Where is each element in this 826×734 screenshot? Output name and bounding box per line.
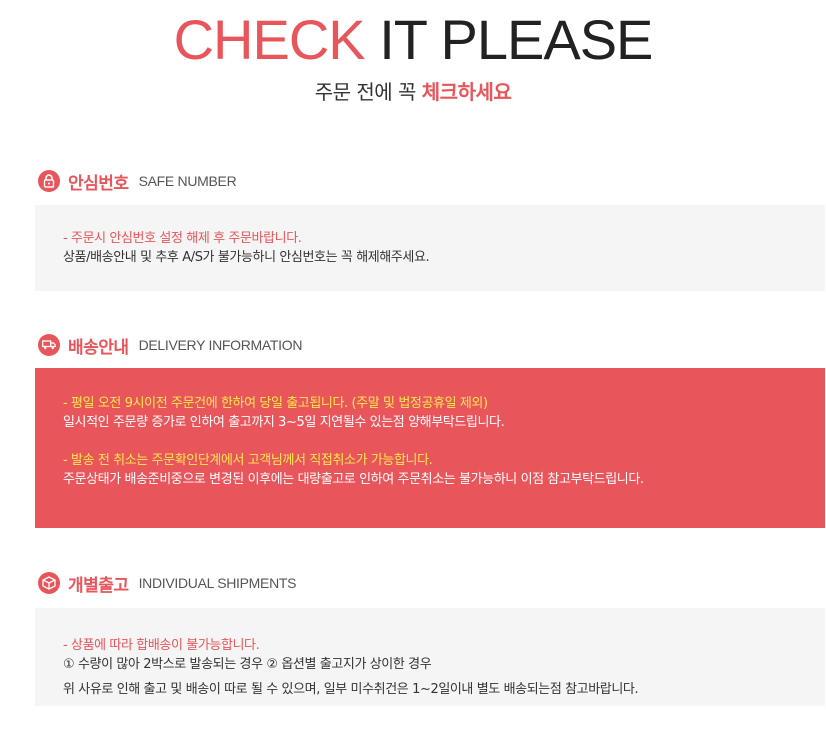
section-title-en: DELIVERY INFORMATION [138, 337, 303, 353]
notice-line: 일시적인 주문량 증가로 인하여 출고까지 3~5일 지연될수 있는점 양해부탁… [63, 415, 505, 430]
section-title: 배송안내 [68, 337, 129, 358]
truck-icon [38, 334, 60, 356]
notice-line: ① 수량이 많아 2박스로 발송되는 경우 ② 옵션별 출고지가 상이한 경우 [63, 657, 432, 672]
section-title-en: INDIVIDUAL SHIPMENTS [138, 575, 297, 591]
lock-icon [38, 170, 60, 192]
section-title: 개별출고 [68, 575, 129, 596]
section-header-delivery: 배송안내 DELIVERY INFORMATION [38, 330, 302, 360]
section-header-safe-number: 안심번호 SAFE NUMBER [38, 166, 237, 196]
subtitle-highlight: 체크하세요 [421, 80, 512, 104]
notice-line: 위 사유로 인해 출고 및 배송이 따로 될 수 있으며, 일부 미수취건은 1… [63, 682, 639, 697]
notice-line: 주문상태가 배송준비중으로 변경된 이후에는 대량출고로 인하여 주문취소는 불… [63, 472, 644, 487]
main-title-dark: IT PLEASE [379, 8, 653, 71]
notice-line: - 발송 전 취소는 주문확인단계에서 고객님께서 직접취소가 가능합니다. [63, 453, 433, 468]
delivery-box: - 평일 오전 9시이전 주문건에 한하여 당일 출고됩니다. (주말 및 법정… [35, 368, 825, 528]
individual-shipments-box: - 상품에 따라 합배송이 불가능합니다. ① 수량이 많아 2박스로 발송되는… [35, 608, 825, 706]
subtitle: 주문 전에 꼭 체크하세요 [0, 76, 826, 105]
notice-line: - 주문시 안심번호 설정 해제 후 주문바랍니다. [63, 231, 302, 246]
notice-line: 상품/배송안내 및 추후 A/S가 불가능하니 안심번호는 꼭 해제해주세요. [63, 250, 430, 265]
safe-number-box: - 주문시 안심번호 설정 해제 후 주문바랍니다. 상품/배송안내 및 추후 … [35, 205, 825, 291]
header: CHECK IT PLEASE 주문 전에 꼭 체크하세요 [0, 8, 826, 105]
notice-line: - 평일 오전 9시이전 주문건에 한하여 당일 출고됩니다. (주말 및 법정… [63, 396, 488, 411]
subtitle-plain: 주문 전에 꼭 [314, 80, 417, 104]
section-title: 안심번호 [68, 173, 129, 194]
notice-line: - 상품에 따라 합배송이 불가능합니다. [63, 638, 260, 653]
main-title: CHECK IT PLEASE [0, 8, 826, 72]
main-title-red: CHECK [173, 8, 366, 71]
section-header-individual-shipments: 개별출고 INDIVIDUAL SHIPMENTS [38, 568, 296, 598]
section-title-en: SAFE NUMBER [138, 173, 237, 189]
box-icon [38, 572, 60, 594]
